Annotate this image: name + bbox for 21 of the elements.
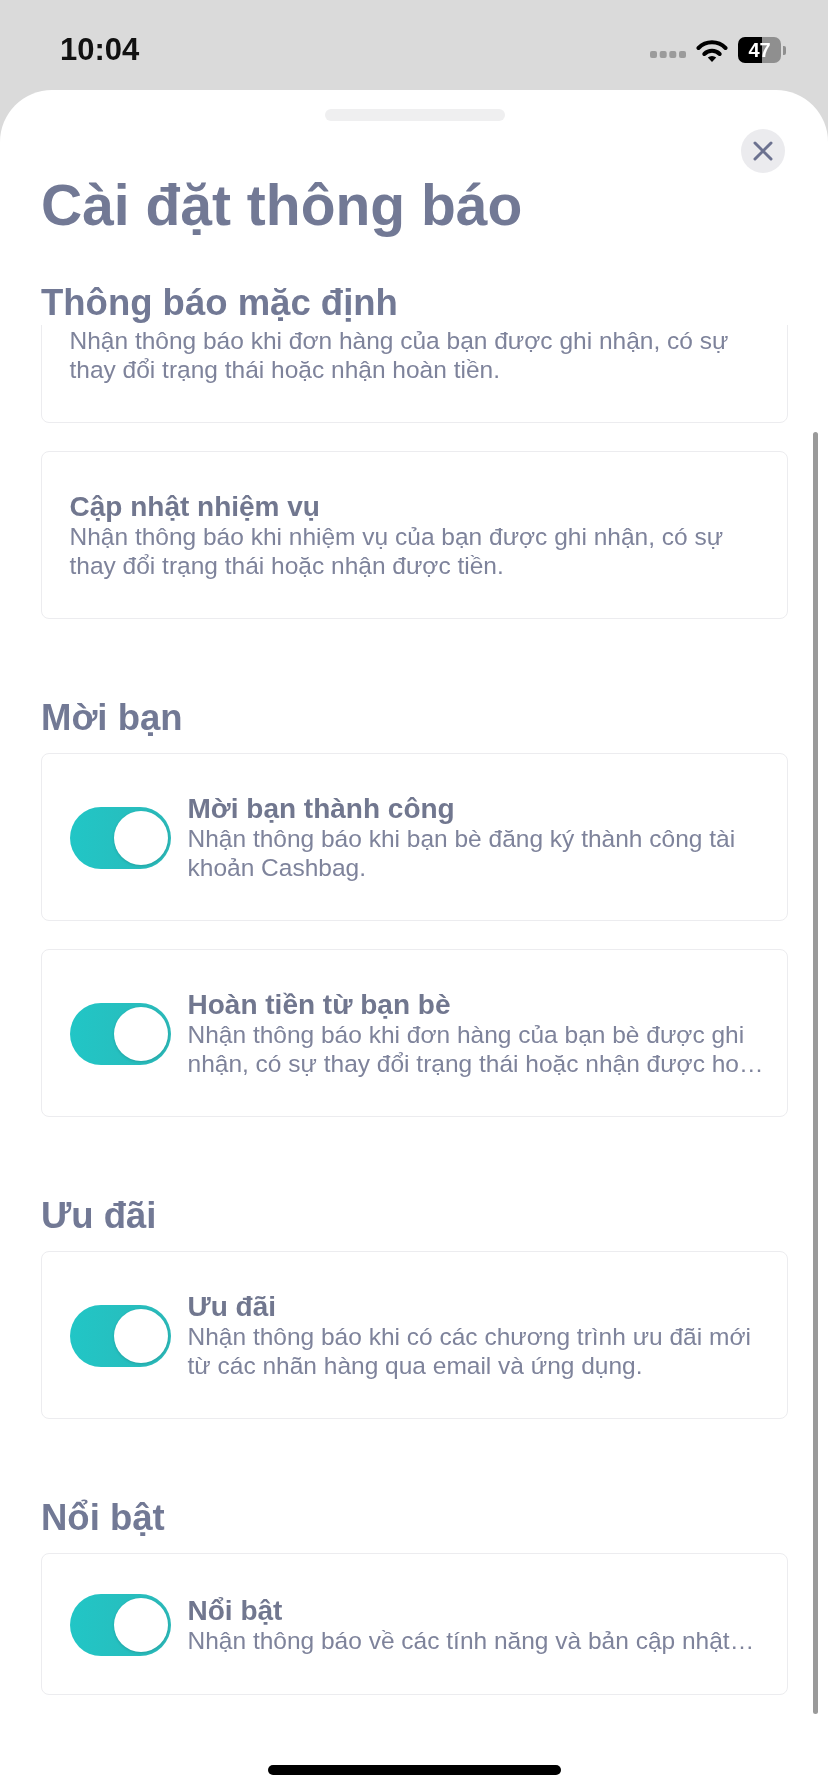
signal-icon (650, 50, 686, 58)
notification-description: Nhận thông báo khi đơn hàng của bạn bè được ghi nhận, có sự thay đổi trạng thái hoặc nhận được ho… (187, 1020, 765, 1078)
notification-title: Hoàn tiền từ bạn bè (187, 990, 452, 1020)
notification-title: Ưu đãi (187, 1292, 278, 1322)
section-title: Mời bạn (41, 696, 184, 740)
notification-description: Nhận thông báo khi bạn bè đăng ký thành công tài khoản Cashbag. (187, 824, 737, 882)
notification-title: Mời bạn thành công (187, 794, 456, 824)
page-title: Cài đặt thông báo (41, 173, 524, 237)
notification-title: Nổi bật (187, 1595, 284, 1626)
close-button[interactable] (741, 129, 785, 173)
section-title: Ưu đãi (41, 1194, 158, 1238)
section-title: Thông báo mặc định (41, 281, 399, 325)
notification-description: Nhận thông báo khi có các chương trình ưu đãi mới từ các nhãn hàng qua email và ứng dụng. (187, 1322, 752, 1380)
close-icon (753, 141, 773, 161)
notification-description: Nhận thông báo khi đơn hàng của bạn được ghi nhận, có sự thay đổi trạng thái hoặc nhận hoàn tiền. (69, 326, 730, 384)
section-title: Nổi bật (41, 1496, 166, 1540)
notification-description: Nhận thông báo về các tính năng và bản cập nhật… (187, 1625, 756, 1655)
notification-title: Cập nhật nhiệm vụ (69, 492, 321, 522)
status-time: 10:04 (60, 32, 140, 68)
notification-description: Nhận thông báo khi nhiệm vụ của bạn được ghi nhận, có sự thay đổi trạng thái hoặc nhận được tiền. (69, 522, 725, 580)
wifi-icon (696, 38, 728, 62)
